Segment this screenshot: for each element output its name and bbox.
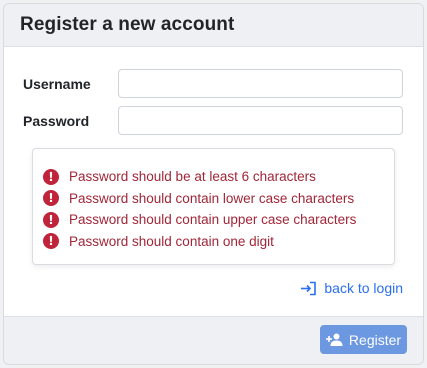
password-row: Password <box>23 106 403 135</box>
error-item: ! Password should contain lower case cha… <box>43 188 394 210</box>
register-label: Register <box>348 331 402 348</box>
password-input[interactable] <box>118 106 403 135</box>
error-text: Password should contain lower case chara… <box>69 190 355 206</box>
exclamation-circle-icon: ! <box>43 190 59 207</box>
register-card: Register a new account Username Password… <box>3 3 424 365</box>
card-footer: Register <box>4 316 423 364</box>
exclamation-circle-icon: ! <box>43 168 59 185</box>
back-to-login-link[interactable]: back to login <box>300 280 403 296</box>
exclamation-circle-icon: ! <box>43 233 59 250</box>
password-label: Password <box>23 112 90 129</box>
error-item: ! Password should be at least 6 characte… <box>43 166 394 188</box>
error-item: ! Password should contain upper case cha… <box>43 209 394 231</box>
username-input[interactable] <box>118 69 403 98</box>
register-button[interactable]: Register <box>320 325 407 354</box>
username-row: Username <box>23 69 403 98</box>
page-title: Register a new account <box>20 14 235 35</box>
error-text: Password should be at least 6 characters <box>69 169 316 185</box>
back-to-login-label: back to login <box>324 280 403 296</box>
exclamation-circle-icon: ! <box>43 211 59 228</box>
username-label: Username <box>23 75 91 92</box>
error-text: Password should contain upper case chara… <box>69 212 357 228</box>
error-item: ! Password should contain one digit <box>43 231 394 253</box>
card-header: Register a new account <box>4 4 423 47</box>
user-plus-icon <box>325 333 343 346</box>
validation-errors: ! Password should be at least 6 characte… <box>32 148 395 265</box>
sign-in-icon <box>301 281 317 295</box>
error-text: Password should contain one digit <box>69 233 274 249</box>
